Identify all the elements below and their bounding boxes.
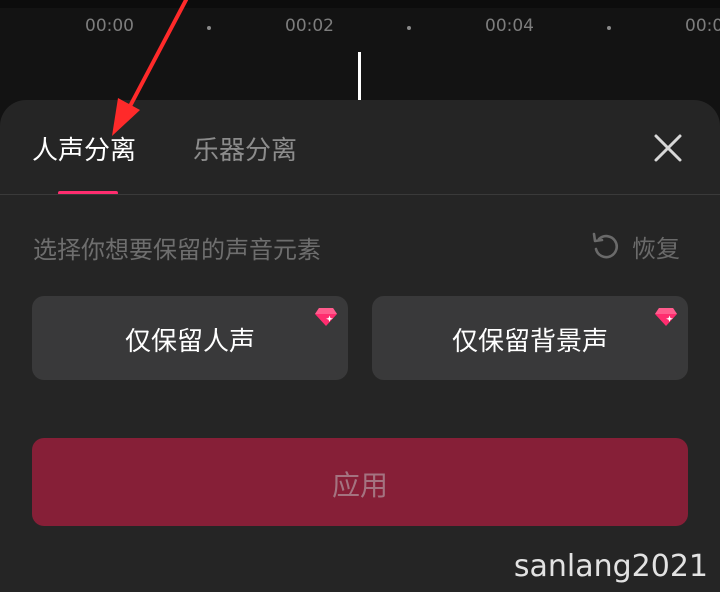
apply-button[interactable]: 应用 <box>32 438 688 526</box>
tab-instrument-separation[interactable]: 乐器分离 <box>193 130 297 167</box>
timeline-ruler[interactable]: 00:00 00:02 00:04 00:0 <box>0 0 720 100</box>
tab-vocal-separation[interactable]: 人声分离 <box>32 130 136 167</box>
timeline-dot <box>607 26 611 30</box>
timeline-tick: 00:0 <box>685 16 720 36</box>
keep-vocals-label: 仅保留人声 <box>124 327 255 357</box>
keep-background-label: 仅保留背景声 <box>451 327 608 357</box>
timeline-tick: 00:04 <box>485 16 534 36</box>
apply-label: 应用 <box>331 469 388 502</box>
selection-prompt: 选择你想要保留的声音元素 <box>33 236 321 264</box>
keep-background-button[interactable]: 仅保留背景声 <box>372 296 688 380</box>
watermark: sanlang2021 <box>513 549 708 584</box>
gem-icon <box>315 308 337 326</box>
playhead[interactable] <box>358 52 361 100</box>
timeline-tick: 00:02 <box>285 16 334 36</box>
timeline-tick: 00:00 <box>85 16 134 36</box>
timeline-dot <box>207 26 211 30</box>
timeline-dot <box>407 26 411 30</box>
close-button[interactable] <box>648 128 688 168</box>
close-icon <box>654 134 682 162</box>
restore-label: 恢复 <box>632 234 680 263</box>
tab-divider <box>0 194 720 195</box>
restore-button[interactable]: 恢复 <box>590 228 680 264</box>
keep-vocals-button[interactable]: 仅保留人声 <box>32 296 348 380</box>
gem-icon <box>655 308 677 326</box>
timeline-top-strip <box>0 0 720 8</box>
separation-panel: 人声分离 乐器分离 选择你想要保留的声音元素 恢复 仅保留人声 仅保留背景声 应… <box>0 100 720 592</box>
restore-icon <box>592 232 618 259</box>
